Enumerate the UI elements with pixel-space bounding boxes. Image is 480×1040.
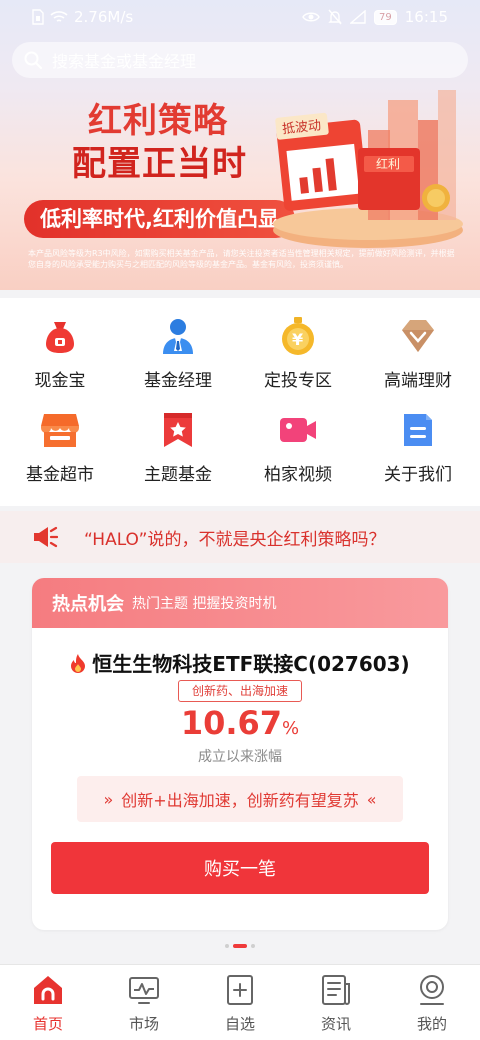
menu-item-theme-fund[interactable]: 主题基金 [118,410,238,485]
search-icon [24,51,42,69]
wifi-icon [50,11,68,22]
tab-label: 首页 [32,1015,63,1033]
menu-item-auto-invest[interactable]: ¥ 定投专区 [238,316,358,391]
search-placeholder[interactable]: 搜索基金或基金经理 [52,48,196,72]
status-right: 79 16:15 [302,8,448,26]
return-value: 10.67 [180,704,283,742]
slogan-right-mark: « [366,789,377,809]
tab-news[interactable]: 资讯 [288,965,384,1040]
news-icon [319,973,353,1007]
menu-item-premium-wealth[interactable]: 高端理财 [358,316,478,391]
menu-item-label: 高端理财 [384,371,452,391]
document-icon [398,410,438,450]
banner-title-line2: 配置正当时 [72,144,247,184]
sign-right-text: 红利 [376,156,400,171]
market-icon [127,973,161,1007]
tab-profile[interactable]: 我的 [384,965,480,1040]
menu-item-fund-manager[interactable]: 基金经理 [118,316,238,391]
menu-item-label: 主题基金 [144,465,212,485]
menu-item-label: 柏家视频 [264,465,332,485]
menu-item-about-us[interactable]: 关于我们 [358,410,478,485]
net-speed: 2.76M/s [74,8,134,26]
store-icon [40,410,80,450]
mute-icon [328,9,342,25]
banner-illustration: 抵波动 红利 [273,90,463,248]
status-bar: 2.76M/s 79 16:15 [0,0,480,34]
fund-tag: 创新药、出海加速 [178,680,302,702]
return-unit: % [282,718,300,739]
status-time: 16:15 [404,8,448,26]
slogan-left-mark: » [103,789,114,809]
hot-card-subtitle: 热门主题 把握投资时机 [132,596,277,612]
menu-item-label: 基金经理 [144,371,212,391]
fund-return: 10.67% [32,704,448,742]
hot-opportunity-card[interactable]: 热点机会 热门主题 把握投资时机 恒生生物科技ETF联接C(027603) 创新… [32,578,448,930]
risk-disclaimer: 本产品风险等级为R3中风险，如需购买相关基金产品，请您关注投资者适当性管理相关规… [28,249,455,269]
watchlist-icon [223,973,257,1007]
promo-banner[interactable]: 2.76M/s 79 16:15 搜索基金或基金经理 红利策略 配置正当时 低利… [0,0,480,290]
pager-dot-active [233,944,247,948]
fund-name-row[interactable]: 恒生生物科技ETF联接C(027603) [32,648,448,677]
menu-item-label: 定投专区 [264,371,332,391]
menu-item-label: 现金宝 [34,371,86,391]
tab-label: 资讯 [320,1015,351,1033]
profile-icon [415,973,449,1007]
diamond-icon [398,316,438,356]
signal-icon [350,10,366,24]
tab-label: 市场 [128,1015,159,1033]
banner-slogan-pill: 低利率时代,红利价值凸显 [24,200,295,238]
pager-dot [225,944,229,948]
sim-icon [32,9,44,25]
carousel-pager [0,944,480,948]
bookmark-star-icon [158,410,198,450]
megaphone-icon [34,526,58,548]
tab-home[interactable]: 首页 [0,965,96,1040]
menu-item-label: 关于我们 [384,465,452,485]
notice-bar[interactable]: “HALO”说的，不就是央企红利策略吗？ [0,511,480,563]
banner-title-line1: 红利策略 [88,101,228,141]
fund-slogan: » 创新+出海加速，创新药有望复苏 « [77,776,403,822]
svg-text:¥: ¥ [292,330,303,349]
tab-watchlist[interactable]: 自选 [192,965,288,1040]
money-bag-icon [40,316,80,356]
video-camera-icon [278,410,318,450]
hot-card-title: 热点机会 [52,594,124,615]
home-icon [31,973,65,1007]
tab-label: 我的 [416,1015,447,1033]
battery-indicator: 79 [374,9,397,25]
status-left: 2.76M/s [32,8,133,26]
yen-medal-icon: ¥ [278,316,318,356]
fund-name[interactable]: 恒生生物科技ETF联接C(027603) [92,648,409,677]
hot-card-header: 热点机会 热门主题 把握投资时机 [32,578,448,628]
manager-icon [158,316,198,356]
eye-icon [302,12,320,22]
pager-dot [251,944,255,948]
slogan-text: 创新+出海加速，创新药有望复苏 [121,791,359,810]
tab-market[interactable]: 市场 [96,965,192,1040]
menu-item-fund-supermarket[interactable]: 基金超市 [0,410,120,485]
menu-item-cash-treasure[interactable]: 现金宝 [0,316,120,391]
menu-item-label: 基金超市 [26,465,94,485]
menu-item-video[interactable]: 柏家视频 [238,410,358,485]
quick-menu: 现金宝 基金经理 ¥ 定投专区 高端理财 基金超市 主题基金 柏家视频 关于我们 [0,298,480,506]
bottom-tab-bar: 首页 市场 自选 资讯 我的 [0,964,480,1040]
return-label: 成立以来涨幅 [198,749,282,765]
notice-text[interactable]: “HALO”说的，不就是央企红利策略吗？ [84,525,385,550]
buy-button[interactable]: 购买一笔 [51,842,429,894]
flame-icon [71,653,86,673]
tab-label: 自选 [224,1015,255,1033]
